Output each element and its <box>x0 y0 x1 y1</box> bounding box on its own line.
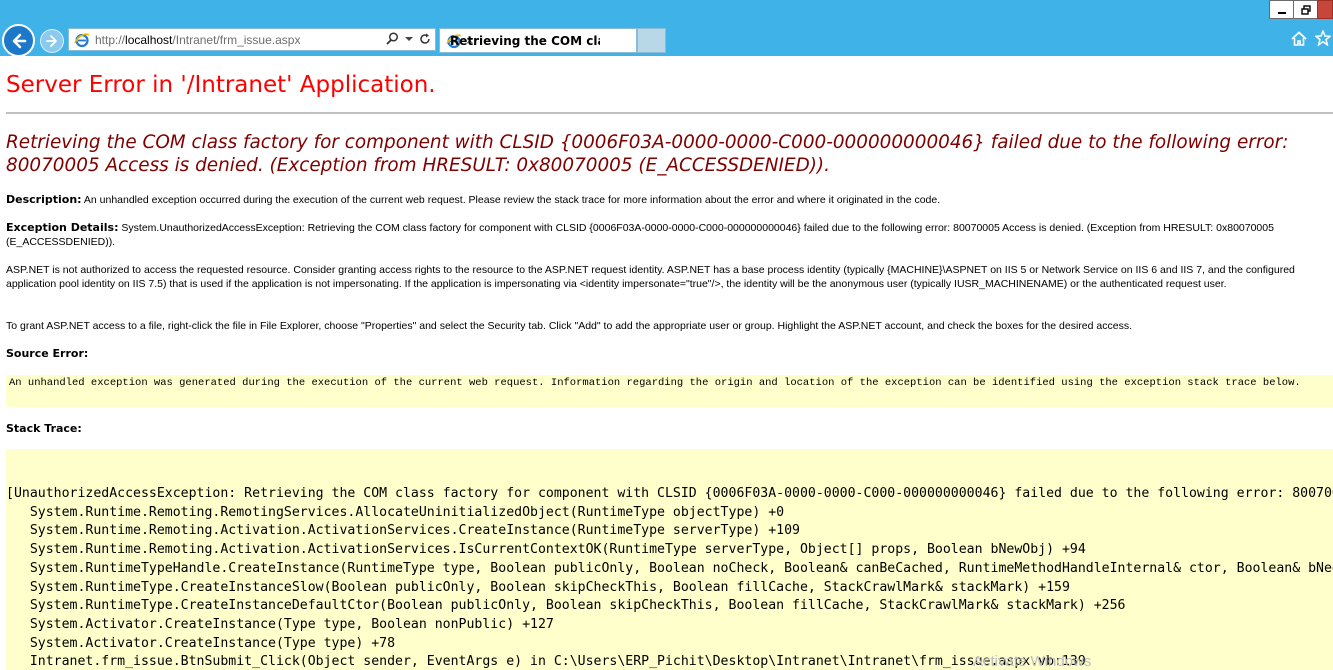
url-text: http://localhost/Intranet/frm_issue.aspx <box>95 33 300 47</box>
forward-arrow-icon <box>46 35 57 47</box>
stack-trace-line: System.RuntimeTypeHandle.CreateInstance(… <box>29 560 1333 576</box>
exception-details-paragraph: Exception Details: System.UnauthorizedAc… <box>6 221 1333 249</box>
forward-button[interactable] <box>40 29 64 53</box>
source-error-label: Source Error: <box>6 347 89 360</box>
address-bar[interactable]: http://localhost/Intranet/frm_issue.aspx <box>68 28 436 51</box>
window-controls <box>1269 0 1333 20</box>
description-paragraph: Description: An unhandled exception occu… <box>6 193 1333 207</box>
stack-trace-label: Stack Trace: <box>6 422 82 435</box>
maximize-button[interactable] <box>1293 0 1318 19</box>
title-bar <box>0 0 1333 22</box>
stack-trace-line: Intranet.frm_issue.BtnSubmit_Click(Objec… <box>6 654 1086 670</box>
stack-trace-line: [UnauthorizedAccessException: Retrieving… <box>6 486 1333 501</box>
grant-access-paragraph: To grant ASP.NET access to a file, right… <box>6 320 1132 332</box>
ie-logo-icon <box>74 32 90 47</box>
toolbar-icons <box>1291 30 1331 46</box>
stack-trace-line: System.RuntimeType.CreateInstanceDefault… <box>6 598 1126 614</box>
favorites-star-icon[interactable] <box>1315 30 1331 46</box>
search-icon[interactable] <box>386 32 399 45</box>
source-error-box: An unhandled exception was generated dur… <box>6 375 1333 407</box>
stack-trace-line: System.Activator.CreateInstance(Type typ… <box>6 616 554 632</box>
exception-details-label: Exception Details: <box>6 221 119 234</box>
refresh-icon[interactable] <box>419 33 431 45</box>
error-heading: Retrieving the COM class factory for com… <box>6 132 1289 176</box>
minimize-button[interactable] <box>1269 0 1294 19</box>
aspnet-permission-paragraph: ASP.NET is not authorized to access the … <box>6 264 1295 290</box>
address-tools <box>386 32 431 45</box>
tab-title: Retrieving the COM class fa... <box>450 33 600 48</box>
dropdown-arrow-icon[interactable] <box>405 36 413 42</box>
browser-chrome: http://localhost/Intranet/frm_issue.aspx… <box>0 0 1333 57</box>
back-arrow-icon <box>12 33 26 48</box>
close-button[interactable] <box>1317 0 1333 19</box>
stack-trace-line: System.RuntimeType.CreateInstanceSlow(Bo… <box>6 579 1070 595</box>
page-content: Server Error in '/Intranet' Application.… <box>0 56 1333 670</box>
description-text: An unhandled exception occurred during t… <box>81 194 941 206</box>
back-button[interactable] <box>2 24 35 57</box>
exception-details-text: System.UnauthorizedAccessException: Retr… <box>6 222 1274 248</box>
description-label: Description: <box>6 193 82 206</box>
restore-icon <box>1300 4 1311 15</box>
url-scheme: http:// <box>95 32 126 47</box>
stack-trace-line: System.Activator.CreateInstance(Type typ… <box>6 635 396 651</box>
url-path: /Intranet/frm_issue.aspx <box>172 32 301 47</box>
stack-trace-line: System.Runtime.Remoting.Activation.Activ… <box>6 523 800 539</box>
title-divider <box>6 112 1333 114</box>
url-host: localhost <box>125 32 173 47</box>
home-icon[interactable] <box>1291 30 1307 46</box>
stack-trace-box: [UnauthorizedAccessException: Retrieving… <box>6 449 1333 670</box>
stack-trace-line: System.Runtime.Remoting.Activation.Activ… <box>6 542 1086 558</box>
stack-trace-line: System.Runtime.Remoting.RemotingServices… <box>6 504 785 520</box>
minimize-icon <box>1277 11 1286 14</box>
new-tab-button[interactable] <box>637 28 666 53</box>
activate-windows-watermark: Activate Windows <box>973 653 1092 670</box>
tab-active[interactable]: Retrieving the COM class fa... × <box>439 28 637 53</box>
page-title: Server Error in '/Intranet' Application. <box>6 72 436 98</box>
